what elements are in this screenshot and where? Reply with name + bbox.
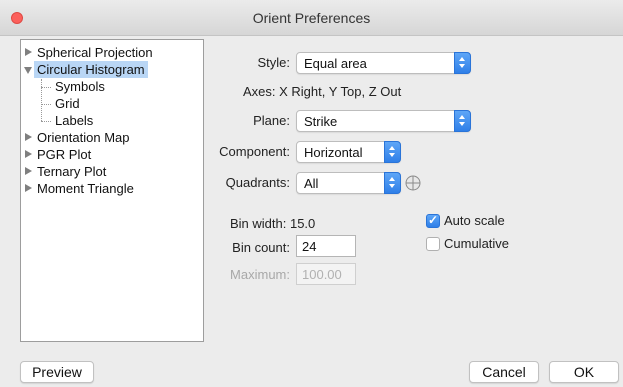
disclosure-right-icon[interactable] <box>25 48 32 56</box>
disclosure-down-icon[interactable] <box>24 67 32 74</box>
cumulative-checkbox[interactable] <box>426 237 440 251</box>
quadrant-globe-icon[interactable] <box>405 175 421 191</box>
tree-connector <box>41 121 51 122</box>
window-title: Orient Preferences <box>252 10 371 26</box>
disclosure-right-icon[interactable] <box>25 133 32 141</box>
quadrants-value: All <box>304 176 319 191</box>
tree-connector <box>41 79 42 121</box>
style-value: Equal area <box>304 56 367 71</box>
tree-item-label: Labels <box>55 113 94 128</box>
tree-item-label: Orientation Map <box>37 130 130 145</box>
auto-scale-checkbox[interactable]: ✓ <box>426 213 440 228</box>
tree-connector <box>41 87 51 88</box>
title-bar: Orient Preferences <box>0 0 623 36</box>
axes-text: Axes: X Right, Y Top, Z Out <box>243 84 402 99</box>
tree-item-label: Grid <box>55 96 80 111</box>
chevron-updown-icon <box>384 172 401 194</box>
ok-button[interactable]: OK <box>549 361 619 383</box>
bin-count-label: Bin count: <box>232 240 290 255</box>
plane-value: Strike <box>304 114 338 129</box>
tree-item-label: Circular Histogram <box>34 61 148 78</box>
style-popup[interactable]: Equal area <box>296 52 471 74</box>
tree-item-label: Spherical Projection <box>37 45 153 60</box>
preview-button[interactable]: Preview <box>20 361 94 383</box>
preferences-window: Orient Preferences Spherical Projection … <box>0 0 623 387</box>
cumulative-label: Cumulative <box>444 236 510 251</box>
tree-item-label: Symbols <box>55 79 105 94</box>
bin-count-value: 24 <box>302 239 317 254</box>
component-label: Component: <box>219 144 290 159</box>
plane-label: Plane: <box>253 113 290 128</box>
tree-item-label: Moment Triangle <box>37 181 134 196</box>
disclosure-right-icon[interactable] <box>25 150 32 158</box>
maximum-field: 100.00 <box>296 263 356 285</box>
checkmark-icon: ✓ <box>428 213 439 227</box>
maximum-value: 100.00 <box>302 267 342 282</box>
maximum-label: Maximum: <box>230 267 290 282</box>
component-value: Horizontal <box>304 145 363 160</box>
chevron-updown-icon <box>384 141 401 163</box>
chevron-updown-icon <box>454 110 471 132</box>
cancel-button[interactable]: Cancel <box>469 361 539 383</box>
style-label: Style: <box>257 55 290 70</box>
disclosure-right-icon[interactable] <box>25 167 32 175</box>
chevron-updown-icon <box>454 52 471 74</box>
quadrants-popup[interactable]: All <box>296 172 401 194</box>
disclosure-right-icon[interactable] <box>25 184 32 192</box>
tree-connector <box>41 104 51 105</box>
tree-item-label: PGR Plot <box>37 147 92 162</box>
quadrants-label: Quadrants: <box>225 175 290 190</box>
category-tree: Spherical Projection Circular Histogram … <box>20 39 204 342</box>
bin-width-text: Bin width: 15.0 <box>230 216 316 231</box>
component-popup[interactable]: Horizontal <box>296 141 401 163</box>
tree-item-label: Ternary Plot <box>37 164 107 179</box>
auto-scale-label: Auto scale <box>444 213 505 228</box>
bin-count-field[interactable]: 24 <box>296 235 356 257</box>
plane-popup[interactable]: Strike <box>296 110 471 132</box>
